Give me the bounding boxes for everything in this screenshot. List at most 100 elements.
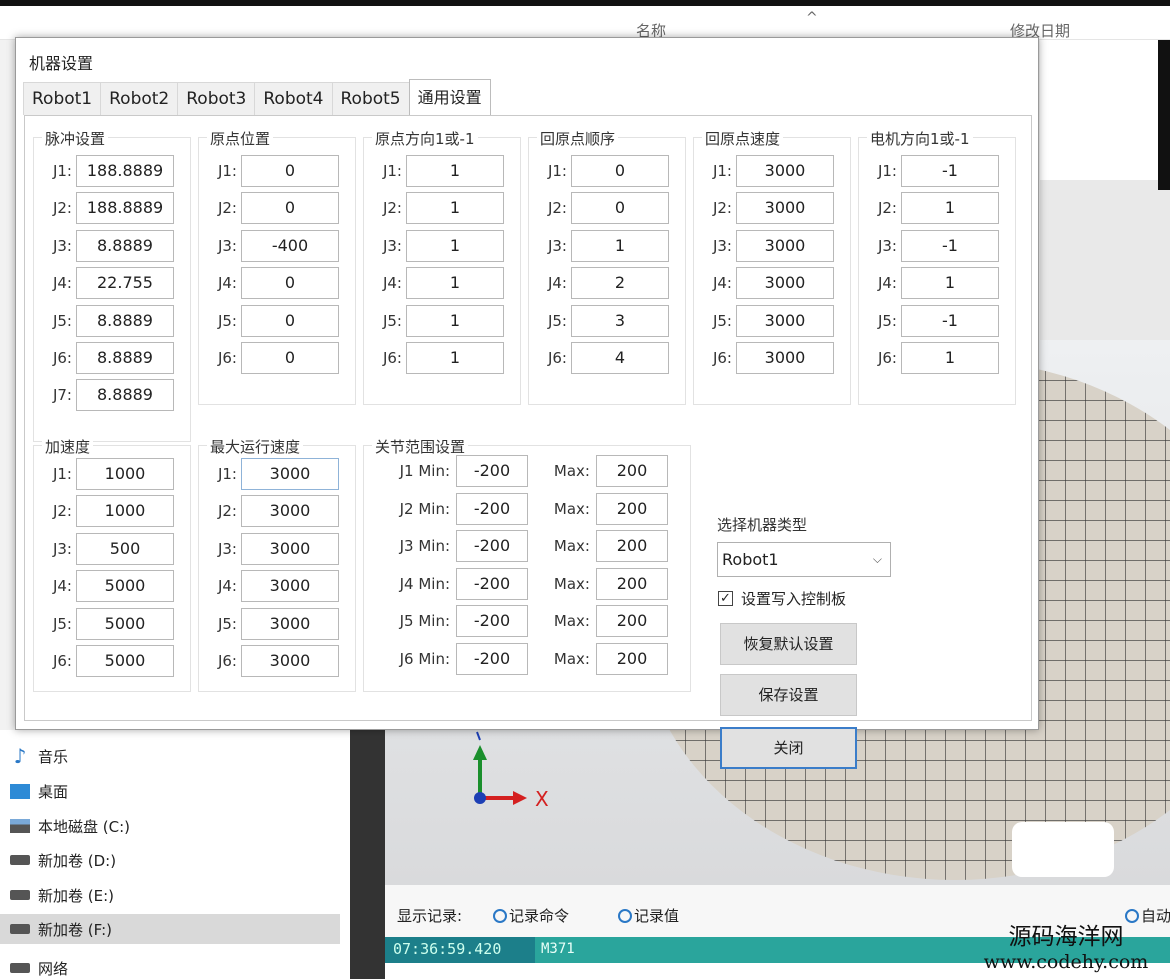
homing-speed-input[interactable]: 3000 xyxy=(736,192,834,225)
origin-position-group-title: 原点位置 xyxy=(207,128,274,149)
joint-max-label: Max: xyxy=(553,574,590,593)
motor-direction-input[interactable]: 1 xyxy=(901,192,999,225)
acceleration-group-title: 加速度 xyxy=(42,436,94,457)
homing-order-row: J6: 4 xyxy=(535,342,669,374)
radio-record-value[interactable]: 记录值 xyxy=(618,905,679,926)
max-speed-input[interactable]: 3000 xyxy=(241,607,339,640)
joint-max-input[interactable]: 200 xyxy=(596,643,668,675)
homing-speed-input[interactable]: 3000 xyxy=(736,342,834,374)
acceleration-input[interactable]: 5000 xyxy=(76,607,174,640)
homing-order-input[interactable]: 4 xyxy=(571,342,669,374)
motor-direction-input[interactable]: 1 xyxy=(901,342,999,374)
origin-direction-input[interactable]: 1 xyxy=(406,267,504,300)
sort-caret-icon[interactable]: ^ xyxy=(806,10,818,26)
motor-direction-input[interactable]: -1 xyxy=(901,155,999,187)
acceleration-input[interactable]: 5000 xyxy=(76,645,174,677)
homing-speed-input[interactable]: 3000 xyxy=(736,304,834,337)
tab-robot2[interactable]: Robot2 xyxy=(100,82,179,115)
tab-robot5[interactable]: Robot5 xyxy=(331,82,410,115)
sidebar-item-drive-c[interactable]: 本地磁盘 (C:) xyxy=(10,811,130,841)
pulse-input[interactable]: 8.8889 xyxy=(76,229,174,262)
origin-position-input[interactable]: 0 xyxy=(241,192,339,225)
homing-order-input[interactable]: 0 xyxy=(571,155,669,187)
write-to-board-option[interactable]: ✓ 设置写入控制板 xyxy=(718,588,846,609)
pulse-label: J2: xyxy=(52,199,72,218)
joint-max-input[interactable]: 200 xyxy=(596,605,668,638)
joint-max-input[interactable]: 200 xyxy=(596,455,668,487)
origin-position-row: J4: 0 xyxy=(205,267,339,300)
joint-min-input[interactable]: -200 xyxy=(456,492,528,525)
pulse-input[interactable]: 188.8889 xyxy=(76,192,174,225)
origin-direction-input[interactable]: 1 xyxy=(406,304,504,337)
sidebar-item-drive-f[interactable]: 新加卷 (F:) xyxy=(0,914,340,944)
pulse-input[interactable]: 8.8889 xyxy=(76,342,174,374)
homing-order-input[interactable]: 3 xyxy=(571,304,669,337)
origin-position-input[interactable]: 0 xyxy=(241,267,339,300)
origin-direction-input[interactable]: 1 xyxy=(406,192,504,225)
origin-direction-input[interactable]: 1 xyxy=(406,229,504,262)
homing-speed-input[interactable]: 3000 xyxy=(736,155,834,187)
tab-robot4[interactable]: Robot4 xyxy=(254,82,333,115)
max-speed-row: J3: 3000 xyxy=(205,532,339,565)
pulse-input[interactable]: 188.8889 xyxy=(76,155,174,187)
robot-type-select[interactable]: Robot1 ⌵ xyxy=(717,542,891,577)
joint-max-input[interactable]: 200 xyxy=(596,530,668,563)
radio-record-command[interactable]: 记录命令 xyxy=(493,905,569,926)
origin-position-input[interactable]: -400 xyxy=(241,229,339,262)
sidebar-item-drive-e[interactable]: 新加卷 (E:) xyxy=(10,880,114,910)
acceleration-input[interactable]: 5000 xyxy=(76,570,174,603)
max-speed-input[interactable]: 3000 xyxy=(241,458,339,490)
tab-general[interactable]: 通用设置 xyxy=(408,79,491,115)
joint-min-input[interactable]: -200 xyxy=(456,530,528,563)
sidebar-item-music[interactable]: ♪ 音乐 xyxy=(10,741,68,771)
joint-min-input[interactable]: -200 xyxy=(456,567,528,600)
restore-defaults-button[interactable]: 恢复默认设置 xyxy=(720,623,857,665)
acceleration-input[interactable]: 1000 xyxy=(76,495,174,528)
tab-robot1[interactable]: Robot1 xyxy=(23,82,102,115)
joint-min-input[interactable]: -200 xyxy=(456,605,528,638)
checkbox-icon[interactable]: ✓ xyxy=(718,591,733,606)
joint-min-input[interactable]: -200 xyxy=(456,455,528,487)
close-button[interactable]: 关闭 xyxy=(720,727,857,769)
sidebar-item-desktop[interactable]: 桌面 xyxy=(10,776,68,806)
motor-direction-input[interactable]: 1 xyxy=(901,267,999,300)
max-speed-input[interactable]: 3000 xyxy=(241,570,339,603)
motor-direction-label: J3: xyxy=(877,236,897,255)
joint-max-input[interactable]: 200 xyxy=(596,492,668,525)
acceleration-input[interactable]: 500 xyxy=(76,532,174,565)
pulse-input[interactable]: 8.8889 xyxy=(76,379,174,412)
homing-order-input[interactable]: 1 xyxy=(571,229,669,262)
joint-max-input[interactable]: 200 xyxy=(596,567,668,600)
joint-min-input[interactable]: -200 xyxy=(456,643,528,675)
pulse-input[interactable]: 8.8889 xyxy=(76,304,174,337)
motor-direction-input[interactable]: -1 xyxy=(901,304,999,337)
joint-range-row: J2 Min: -200 Max: 200 xyxy=(370,492,668,525)
tab-robot3[interactable]: Robot3 xyxy=(177,82,256,115)
homing-speed-row: J5: 3000 xyxy=(700,304,834,337)
homing-order-row: J4: 2 xyxy=(535,267,669,300)
origin-position-input[interactable]: 0 xyxy=(241,155,339,187)
homing-speed-input[interactable]: 3000 xyxy=(736,267,834,300)
origin-direction-input[interactable]: 1 xyxy=(406,155,504,187)
joint-range-row: J5 Min: -200 Max: 200 xyxy=(370,605,668,638)
acceleration-row: J3: 500 xyxy=(40,532,174,565)
max-speed-input[interactable]: 3000 xyxy=(241,645,339,677)
save-settings-button[interactable]: 保存设置 xyxy=(720,674,857,716)
sidebar-item-drive-d[interactable]: 新加卷 (D:) xyxy=(10,845,116,875)
origin-position-input[interactable]: 0 xyxy=(241,342,339,374)
homing-order-input[interactable]: 2 xyxy=(571,267,669,300)
max-speed-input[interactable]: 3000 xyxy=(241,495,339,528)
homing-speed-input[interactable]: 3000 xyxy=(736,229,834,262)
sidebar-item-network[interactable]: 网络 xyxy=(10,958,68,978)
homing-speed-label: J6: xyxy=(712,349,732,367)
max-speed-group-title: 最大运行速度 xyxy=(207,436,304,457)
motor-direction-input[interactable]: -1 xyxy=(901,229,999,262)
max-speed-input[interactable]: 3000 xyxy=(241,532,339,565)
radio-auto[interactable]: 自动 xyxy=(1125,905,1170,926)
origin-position-input[interactable]: 0 xyxy=(241,304,339,337)
acceleration-input[interactable]: 1000 xyxy=(76,458,174,490)
homing-order-input[interactable]: 0 xyxy=(571,192,669,225)
pulse-input[interactable]: 22.755 xyxy=(76,267,174,300)
motor-direction-row: J4: 1 xyxy=(865,267,999,300)
origin-direction-input[interactable]: 1 xyxy=(406,342,504,374)
